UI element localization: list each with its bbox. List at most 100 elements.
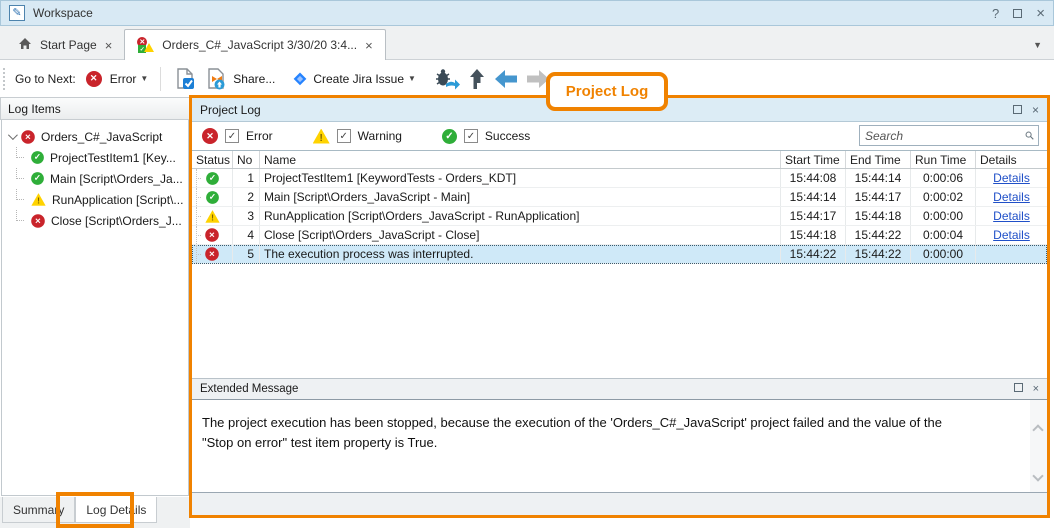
details-link[interactable]: Details bbox=[993, 190, 1030, 204]
maximize-icon[interactable] bbox=[1013, 9, 1022, 18]
close-icon[interactable]: × bbox=[1033, 383, 1039, 395]
filter-bar: Error Warning Success bbox=[192, 122, 1047, 150]
back-button[interactable] bbox=[494, 69, 518, 89]
export-results-button[interactable] bbox=[205, 67, 229, 91]
search-input[interactable] bbox=[860, 129, 1025, 143]
bug-forward-icon bbox=[434, 68, 460, 90]
tree-item-root[interactable]: Orders_C#_JavaScript bbox=[2, 126, 188, 147]
success-checkbox[interactable] bbox=[464, 129, 478, 143]
tree-item[interactable]: ProjectTestItem1 [Key... bbox=[2, 147, 188, 168]
log-items-title: Log Items bbox=[8, 102, 61, 116]
close-icon[interactable]: × bbox=[1036, 5, 1045, 22]
callout-label: Project Log bbox=[566, 83, 649, 100]
details-link[interactable]: Details bbox=[993, 228, 1030, 242]
details-link[interactable]: Details bbox=[993, 171, 1030, 185]
tab-close-icon[interactable]: × bbox=[105, 38, 113, 53]
filter-label: Warning bbox=[358, 129, 402, 143]
chevron-down-icon[interactable]: ▼ bbox=[140, 74, 148, 83]
up-arrow-icon bbox=[468, 68, 486, 90]
extended-message-text: The project execution has been stopped, … bbox=[192, 400, 962, 453]
success-icon bbox=[206, 191, 219, 204]
tab-label: Start Page bbox=[40, 38, 97, 52]
row-end-time: 15:44:14 bbox=[846, 169, 911, 187]
panel-footer-strip bbox=[192, 492, 1047, 515]
row-end-time: 15:44:22 bbox=[846, 245, 911, 263]
row-run-time: 0:00:06 bbox=[911, 169, 976, 187]
table-row[interactable]: 3 RunApplication [Script\Orders_JavaScri… bbox=[192, 207, 1047, 226]
search-icon[interactable] bbox=[1025, 129, 1034, 142]
log-table-header: Status No Name Start Time End Time Run T… bbox=[192, 150, 1047, 169]
error-icon bbox=[205, 247, 219, 261]
tab-start-page[interactable]: Start Page × bbox=[6, 31, 124, 59]
rerun-failed-tests-button[interactable] bbox=[434, 68, 460, 90]
column-header[interactable]: Start Time bbox=[781, 151, 846, 168]
success-icon bbox=[31, 151, 44, 164]
error-icon bbox=[202, 128, 218, 144]
scroll-up-icon[interactable] bbox=[1032, 424, 1043, 435]
table-row[interactable]: 4 Close [Script\Orders_JavaScript - Clos… bbox=[192, 226, 1047, 245]
row-name: RunApplication [Script\Orders_JavaScript… bbox=[260, 207, 781, 225]
column-header[interactable]: Details bbox=[976, 151, 1047, 168]
row-name: The execution process was interrupted. bbox=[260, 245, 781, 263]
panel-title: Project Log bbox=[200, 103, 261, 117]
extended-message-title: Extended Message bbox=[200, 383, 298, 395]
error-icon bbox=[205, 228, 219, 242]
workspace-icon bbox=[9, 5, 25, 21]
details-link[interactable]: Details bbox=[993, 209, 1030, 223]
extended-message-header: Extended Message × bbox=[192, 378, 1047, 400]
help-icon[interactable]: ? bbox=[992, 6, 999, 21]
project-log-callout: Project Log bbox=[546, 72, 668, 111]
create-jira-issue-button[interactable]: Create Jira Issue bbox=[313, 72, 404, 86]
scroll-down-icon[interactable] bbox=[1032, 470, 1043, 481]
chevron-down-icon[interactable]: ▼ bbox=[408, 74, 416, 83]
toolbar-grip[interactable] bbox=[3, 68, 6, 90]
project-log-panel: Project Log × Error Warning Success bbox=[189, 95, 1050, 518]
scrollbar[interactable] bbox=[1030, 400, 1047, 492]
table-row[interactable]: 1 ProjectTestItem1 [KeywordTests - Order… bbox=[192, 169, 1047, 188]
tab-list-dropdown-icon[interactable]: ▼ bbox=[1033, 40, 1042, 50]
tree-item[interactable]: Main [Script\Orders_Ja... bbox=[2, 168, 188, 189]
column-header[interactable]: Run Time bbox=[911, 151, 976, 168]
table-row[interactable]: 2 Main [Script\Orders_JavaScript - Main]… bbox=[192, 188, 1047, 207]
maximize-icon[interactable] bbox=[1014, 383, 1023, 392]
warning-icon bbox=[313, 129, 330, 144]
table-row-selected[interactable]: 5 The execution process was interrupted.… bbox=[192, 245, 1047, 264]
maximize-icon[interactable] bbox=[1013, 105, 1022, 114]
row-start-time: 15:44:22 bbox=[781, 245, 846, 263]
chevron-expanded-icon[interactable] bbox=[8, 130, 18, 140]
tree-item[interactable]: RunApplication [Script\... bbox=[2, 189, 188, 210]
tab-orders-log[interactable]: Orders_C#_JavaScript 3/30/20 3:4... × bbox=[124, 29, 385, 60]
log-status-icon bbox=[137, 37, 154, 53]
tab-close-icon[interactable]: × bbox=[365, 38, 373, 53]
warning-icon bbox=[31, 193, 45, 206]
success-icon bbox=[31, 172, 44, 185]
left-arrow-icon bbox=[494, 69, 518, 89]
column-header[interactable]: Status bbox=[192, 151, 233, 168]
row-start-time: 15:44:18 bbox=[781, 226, 846, 244]
row-end-time: 15:44:18 bbox=[846, 207, 911, 225]
extended-message-panel: Extended Message × The project execution… bbox=[192, 378, 1047, 515]
extended-message-body: The project execution has been stopped, … bbox=[192, 400, 1047, 492]
toolbar-separator bbox=[160, 67, 161, 91]
row-start-time: 15:44:17 bbox=[781, 207, 846, 225]
share-document-icon bbox=[205, 67, 229, 91]
column-header[interactable]: Name bbox=[260, 151, 781, 168]
tree-item-label: ProjectTestItem1 [Key... bbox=[50, 151, 176, 165]
go-to-next-value[interactable]: Error bbox=[110, 72, 137, 86]
column-header[interactable]: End Time bbox=[846, 151, 911, 168]
error-checkbox[interactable] bbox=[225, 129, 239, 143]
select-results-button[interactable] bbox=[173, 67, 197, 91]
search-box bbox=[859, 125, 1039, 146]
row-run-time: 0:00:00 bbox=[911, 207, 976, 225]
row-run-time: 0:00:04 bbox=[911, 226, 976, 244]
row-number: 1 bbox=[233, 169, 260, 187]
row-name: Main [Script\Orders_JavaScript - Main] bbox=[260, 188, 781, 206]
share-button[interactable]: Share... bbox=[233, 72, 275, 86]
warning-checkbox[interactable] bbox=[337, 129, 351, 143]
log-toolbar: Go to Next: Error ▼ Share... bbox=[0, 60, 1054, 97]
row-end-time: 15:44:17 bbox=[846, 188, 911, 206]
close-icon[interactable]: × bbox=[1032, 103, 1039, 117]
tree-item[interactable]: Close [Script\Orders_J... bbox=[2, 210, 188, 231]
go-to-parent-button[interactable] bbox=[468, 68, 486, 90]
column-header[interactable]: No bbox=[233, 151, 260, 168]
